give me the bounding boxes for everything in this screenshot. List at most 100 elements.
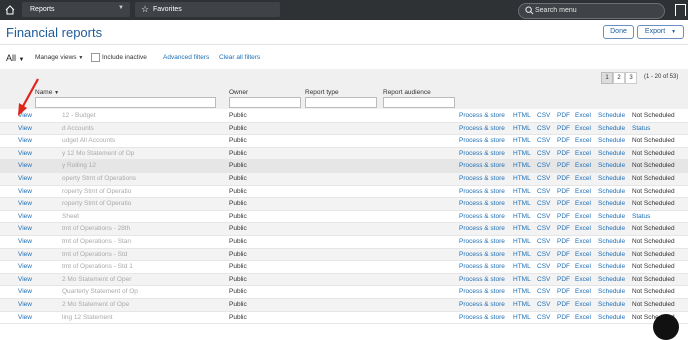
html-link[interactable]: HTML	[513, 137, 531, 144]
schedule-link[interactable]: Schedule	[598, 112, 625, 119]
report-name[interactable]: udget All Accounts	[62, 137, 115, 144]
status-cell[interactable]: Status	[632, 213, 650, 220]
html-link[interactable]: HTML	[513, 112, 531, 119]
html-link[interactable]: HTML	[513, 238, 531, 245]
csv-link[interactable]: CSV	[537, 251, 550, 258]
excel-link[interactable]: Excel	[575, 137, 591, 144]
process-store-link[interactable]: Process & store	[459, 301, 505, 308]
view-link[interactable]: View	[18, 288, 32, 295]
report-name[interactable]: 2 Mo Statement of Ope	[62, 301, 129, 308]
pdf-link[interactable]: PDF	[557, 137, 570, 144]
csv-link[interactable]: CSV	[537, 314, 550, 321]
pdf-link[interactable]: PDF	[557, 162, 570, 169]
view-link[interactable]: View	[18, 314, 32, 321]
report-name[interactable]: 12 - Budget	[62, 112, 96, 119]
view-link[interactable]: View	[18, 112, 32, 119]
view-selector[interactable]: All ▼	[6, 53, 24, 63]
csv-link[interactable]: CSV	[537, 162, 550, 169]
csv-link[interactable]: CSV	[537, 238, 550, 245]
view-link[interactable]: View	[18, 276, 32, 283]
pdf-link[interactable]: PDF	[557, 276, 570, 283]
view-link[interactable]: View	[18, 137, 32, 144]
pdf-link[interactable]: PDF	[557, 188, 570, 195]
csv-link[interactable]: CSV	[537, 112, 550, 119]
pdf-link[interactable]: PDF	[557, 263, 570, 270]
excel-link[interactable]: Excel	[575, 238, 591, 245]
excel-link[interactable]: Excel	[575, 213, 591, 220]
done-button[interactable]: Done	[603, 25, 634, 39]
owner-filter-input[interactable]	[229, 97, 301, 108]
view-link[interactable]: View	[18, 213, 32, 220]
html-link[interactable]: HTML	[513, 125, 531, 132]
report-name[interactable]: operty Stmt of Operations	[62, 175, 136, 182]
csv-link[interactable]: CSV	[537, 276, 550, 283]
view-link[interactable]: View	[18, 225, 32, 232]
process-store-link[interactable]: Process & store	[459, 213, 505, 220]
view-link[interactable]: View	[18, 175, 32, 182]
html-link[interactable]: HTML	[513, 188, 531, 195]
report-name[interactable]: y Rolling 12	[62, 162, 96, 169]
pdf-link[interactable]: PDF	[557, 200, 570, 207]
excel-link[interactable]: Excel	[575, 112, 591, 119]
excel-link[interactable]: Excel	[575, 162, 591, 169]
column-header-report-audience[interactable]: Report audience	[383, 89, 431, 96]
schedule-link[interactable]: Schedule	[598, 276, 625, 283]
process-store-link[interactable]: Process & store	[459, 314, 505, 321]
csv-link[interactable]: CSV	[537, 225, 550, 232]
pdf-link[interactable]: PDF	[557, 314, 570, 321]
report-name[interactable]: Sheet	[62, 213, 79, 220]
view-link[interactable]: View	[18, 200, 32, 207]
schedule-link[interactable]: Schedule	[598, 200, 625, 207]
pdf-link[interactable]: PDF	[557, 213, 570, 220]
process-store-link[interactable]: Process & store	[459, 137, 505, 144]
process-store-link[interactable]: Process & store	[459, 276, 505, 283]
csv-link[interactable]: CSV	[537, 175, 550, 182]
chat-help-icon[interactable]	[653, 314, 679, 340]
schedule-link[interactable]: Schedule	[598, 288, 625, 295]
schedule-link[interactable]: Schedule	[598, 225, 625, 232]
view-link[interactable]: View	[18, 150, 32, 157]
bookmark-icon[interactable]	[675, 4, 686, 16]
schedule-link[interactable]: Schedule	[598, 314, 625, 321]
excel-link[interactable]: Excel	[575, 263, 591, 270]
html-link[interactable]: HTML	[513, 301, 531, 308]
process-store-link[interactable]: Process & store	[459, 225, 505, 232]
process-store-link[interactable]: Process & store	[459, 150, 505, 157]
page-3-button[interactable]: 3	[625, 72, 637, 84]
advanced-filters-link[interactable]: Advanced filters	[163, 54, 209, 61]
view-link[interactable]: View	[18, 188, 32, 195]
report-name[interactable]: roperty Stmt of Operatio	[62, 188, 131, 195]
html-link[interactable]: HTML	[513, 263, 531, 270]
view-link[interactable]: View	[18, 263, 32, 270]
csv-link[interactable]: CSV	[537, 301, 550, 308]
process-store-link[interactable]: Process & store	[459, 288, 505, 295]
process-store-link[interactable]: Process & store	[459, 162, 505, 169]
status-cell[interactable]: Status	[632, 125, 650, 132]
report-name[interactable]: roperty Stmt of Operatio	[62, 200, 131, 207]
report-audience-filter-input[interactable]	[383, 97, 455, 108]
export-button[interactable]: Export ▼	[637, 25, 684, 39]
excel-link[interactable]: Excel	[575, 150, 591, 157]
navigation-dropdown[interactable]: Reports ▼	[22, 2, 130, 17]
pdf-link[interactable]: PDF	[557, 150, 570, 157]
view-link[interactable]: View	[18, 301, 32, 308]
schedule-link[interactable]: Schedule	[598, 238, 625, 245]
report-type-filter-input[interactable]	[305, 97, 377, 108]
clear-all-filters-link[interactable]: Clear all filters	[219, 54, 260, 61]
schedule-link[interactable]: Schedule	[598, 175, 625, 182]
pdf-link[interactable]: PDF	[557, 225, 570, 232]
excel-link[interactable]: Excel	[575, 200, 591, 207]
process-store-link[interactable]: Process & store	[459, 251, 505, 258]
pdf-link[interactable]: PDF	[557, 288, 570, 295]
column-header-owner[interactable]: Owner	[229, 89, 248, 96]
pdf-link[interactable]: PDF	[557, 175, 570, 182]
excel-link[interactable]: Excel	[575, 251, 591, 258]
process-store-link[interactable]: Process & store	[459, 238, 505, 245]
html-link[interactable]: HTML	[513, 150, 531, 157]
manage-views-dropdown[interactable]: Manage views ▼	[35, 54, 83, 61]
view-link[interactable]: View	[18, 251, 32, 258]
excel-link[interactable]: Excel	[575, 188, 591, 195]
excel-link[interactable]: Excel	[575, 314, 591, 321]
excel-link[interactable]: Excel	[575, 225, 591, 232]
report-name[interactable]: y 12 Mo Statement of Op	[62, 150, 134, 157]
